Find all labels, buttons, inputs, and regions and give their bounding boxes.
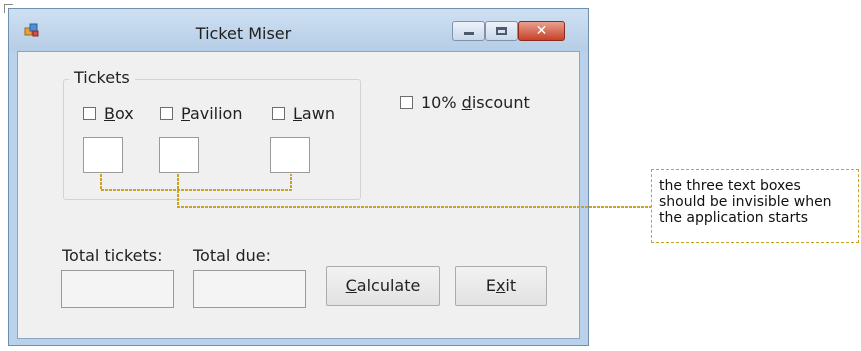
pavilion-checkbox[interactable]: Pavilion bbox=[160, 104, 242, 123]
box-checkbox-label: Box bbox=[104, 104, 134, 123]
lawn-checkbox-box[interactable] bbox=[272, 107, 285, 120]
pavilion-checkbox-box[interactable] bbox=[160, 107, 173, 120]
minimize-button[interactable] bbox=[452, 21, 485, 41]
discount-checkbox[interactable]: 10% discount bbox=[400, 93, 530, 112]
lawn-checkbox-label: Lawn bbox=[293, 104, 335, 123]
box-checkbox[interactable]: Box bbox=[83, 104, 134, 123]
maximize-button[interactable] bbox=[485, 21, 518, 41]
discount-checkbox-box[interactable] bbox=[400, 96, 413, 109]
calculate-button[interactable]: Calculate bbox=[326, 266, 440, 306]
discount-checkbox-label: 10% discount bbox=[421, 93, 530, 112]
callout-line: the application starts bbox=[659, 210, 809, 226]
tickets-group-label: Tickets bbox=[69, 68, 135, 87]
total-due-label: Total due: bbox=[193, 246, 271, 265]
callout-line: the three text boxes bbox=[659, 178, 801, 194]
total-due-output bbox=[193, 270, 306, 308]
close-icon: ✕ bbox=[535, 23, 548, 39]
minimize-icon bbox=[464, 32, 474, 35]
callout-note: the three text boxes should be invisible… bbox=[651, 169, 859, 243]
exit-button[interactable]: Exit bbox=[455, 266, 547, 306]
box-checkbox-box[interactable] bbox=[83, 107, 96, 120]
close-button[interactable]: ✕ bbox=[518, 21, 565, 41]
calculate-button-label: Calculate bbox=[345, 276, 421, 295]
pavilion-checkbox-label: Pavilion bbox=[181, 104, 243, 123]
title-bar[interactable]: Ticket Miser ✕ bbox=[9, 9, 588, 51]
box-quantity-textbox[interactable] bbox=[83, 137, 123, 173]
total-tickets-label: Total tickets: bbox=[62, 246, 163, 265]
maximize-icon bbox=[496, 27, 507, 35]
callout-line: should be invisible when bbox=[659, 194, 832, 210]
pavilion-quantity-textbox[interactable] bbox=[159, 137, 199, 173]
total-tickets-output bbox=[61, 270, 174, 308]
exit-button-label: Exit bbox=[485, 276, 517, 295]
lawn-checkbox[interactable]: Lawn bbox=[272, 104, 335, 123]
lawn-quantity-textbox[interactable] bbox=[270, 137, 310, 173]
